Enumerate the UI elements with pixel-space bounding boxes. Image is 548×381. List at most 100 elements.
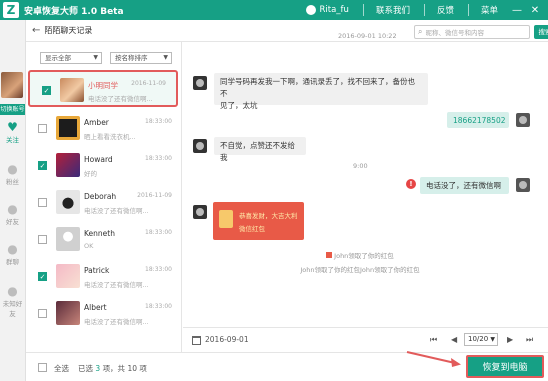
nav-label: 关注 xyxy=(6,136,19,144)
item-checkbox[interactable]: ✓ xyxy=(42,86,51,95)
filter-sort-select[interactable]: 按名称排序 ▼ xyxy=(110,52,172,64)
list-item[interactable]: ✓ Howard 18:33:00 好的 xyxy=(26,147,182,184)
list-item[interactable]: ✓ Patrick 18:33:00 电话没了还有微信啊... xyxy=(26,258,182,295)
nav-label: 粉丝 xyxy=(6,178,19,186)
contact-avatar xyxy=(56,301,80,325)
chat-text: 见了，太坑 xyxy=(220,101,258,110)
filter-show-select[interactable]: 显示全部 ▼ xyxy=(40,52,102,64)
contact-list: 显示全部 ▼ 按名称排序 ▼ ✓ 小明同学 2016-11-09 电话没了还有微信啊… xyxy=(26,42,182,352)
user-name: Rita_fu xyxy=(319,5,349,15)
contact-avatar xyxy=(56,227,80,251)
group-icon: ● xyxy=(7,242,18,256)
nav-groups[interactable]: ● 群聊 xyxy=(0,242,25,266)
list-item[interactable]: Kenneth 18:33:00 OK xyxy=(26,221,182,258)
chat-text: 同学号码再发我一下啊，通讯录丢了，找不回来了，备份也不 xyxy=(220,77,415,98)
first-page-button[interactable]: ⏮ xyxy=(430,335,437,345)
switch-account-tag[interactable]: 切换账号 xyxy=(0,104,25,115)
chat-avatar xyxy=(193,76,207,90)
last-page-button[interactable]: ⏭ xyxy=(526,335,533,345)
chevron-down-icon: ▼ xyxy=(163,54,168,61)
next-page-button[interactable]: ▶ xyxy=(507,335,513,344)
back-arrow-icon[interactable]: ← xyxy=(32,25,40,36)
chat-message-right: 18662178502 xyxy=(447,112,509,128)
contact-time: 2016-11-09 xyxy=(137,192,172,199)
item-checkbox[interactable] xyxy=(38,198,47,207)
chevron-down-icon: ▼ xyxy=(93,54,98,61)
chat-avatar xyxy=(193,205,207,219)
search-button[interactable]: 搜索 xyxy=(534,25,548,39)
chat-avatar xyxy=(516,178,530,192)
minimize-button[interactable]: — xyxy=(512,5,522,16)
list-item[interactable]: Albert 18:33:00 电话没了还有微信啊... xyxy=(26,295,182,332)
prev-page-button[interactable]: ◀ xyxy=(451,335,457,344)
red-packet-message[interactable]: 恭喜发财，大吉大利 微信红包 xyxy=(213,202,304,240)
contact-time: 18:33:00 xyxy=(145,229,172,236)
list-item[interactable]: Amber 18:33:00 晒上看看洗衣机... xyxy=(26,110,182,147)
red-envelope-icon xyxy=(219,210,233,228)
current-date: 2016-09-01 xyxy=(205,335,249,344)
nav-fans[interactable]: ● 粉丝 xyxy=(0,162,25,186)
menu-link[interactable]: 菜单 xyxy=(481,4,498,16)
calendar-icon xyxy=(192,336,201,345)
contact-name: Amber xyxy=(84,118,109,127)
nav-unknown-friends[interactable]: ● 未知好友 xyxy=(0,284,25,318)
contact-name: Patrick xyxy=(84,266,110,275)
chat-message-left: 同学号码再发我一下啊，通讯录丢了，找不回来了，备份也不 见了，太坑 xyxy=(214,73,428,110)
close-button[interactable]: ✕ xyxy=(530,5,540,16)
divider xyxy=(423,4,425,16)
contact-time: 18:33:00 xyxy=(145,118,172,125)
list-item[interactable]: Deborah 2016-11-09 电话没了还有微信啊... xyxy=(26,184,182,221)
search-placeholder: 昵称、微信号和内容 xyxy=(425,29,484,37)
contact-last-message: 电话没了还有微信啊... xyxy=(84,281,149,289)
red-packet-title: 恭喜发财，大吉大利 xyxy=(239,212,298,220)
selected-count: 3 xyxy=(95,364,101,373)
contact-last-message: 好的 xyxy=(84,170,97,178)
selection-count: 已选 3 项，共 10 项 xyxy=(78,363,147,374)
nav-label: 未知好友 xyxy=(2,300,23,318)
person-unknown-icon: ● xyxy=(7,284,18,298)
contact-avatar xyxy=(56,190,80,214)
chat-timestamp: 9:00 xyxy=(353,162,368,170)
contact-last-message: 电话没了还有微信啊... xyxy=(88,95,153,103)
item-checkbox[interactable] xyxy=(38,309,47,318)
select-all-label: 全选 xyxy=(54,364,69,373)
list-filters: 显示全部 ▼ 按名称排序 ▼ xyxy=(26,42,182,64)
account-avatar[interactable] xyxy=(1,72,23,98)
total-count: 项，共 10 项 xyxy=(102,364,147,373)
contact-time: 18:33:00 xyxy=(145,266,172,273)
nav-follow[interactable]: ♥ 关注 xyxy=(0,120,25,144)
nav-friends[interactable]: ● 好友 xyxy=(0,202,25,226)
feedback-link[interactable]: 反馈 xyxy=(437,4,454,16)
top-bar: ← 陌陌聊天记录 ⌕ 昵称、微信号和内容 搜索 xyxy=(26,20,548,42)
search-input[interactable]: ⌕ 昵称、微信号和内容 xyxy=(414,25,530,39)
pager-bar: 2016-09-01 ⏮ ◀ 10/20 ▼ ▶ ⏭ xyxy=(183,327,548,352)
heart-icon: ♥ xyxy=(7,120,18,134)
contact-name: Albert xyxy=(84,303,107,312)
item-checkbox[interactable] xyxy=(38,124,47,133)
item-checkbox[interactable]: ✓ xyxy=(38,272,47,281)
contact-last-message: 电话没了还有微信啊... xyxy=(84,207,149,215)
list-item[interactable]: ✓ 小明同学 2016-11-09 电话没了还有微信啊... xyxy=(28,70,178,107)
app-title: 安卓恢复大师 1.0 Beta xyxy=(24,6,124,17)
item-checkbox[interactable]: ✓ xyxy=(38,161,47,170)
contact-time: 18:33:00 xyxy=(145,155,172,162)
nav-label: 好友 xyxy=(6,218,19,226)
contact-name: Kenneth xyxy=(84,229,115,238)
sidebar: 切换账号 ♥ 关注 ● 粉丝 ● 好友 ● 群聊 ● 未知好友 xyxy=(0,20,26,381)
system-note: John领取了你的红包John领取了你的红包 xyxy=(300,266,420,274)
page-select[interactable]: 10/20 ▼ xyxy=(464,333,498,346)
divider xyxy=(467,4,469,16)
contact-avatar xyxy=(56,264,80,288)
select-all-checkbox[interactable] xyxy=(38,363,47,372)
restore-to-computer-button[interactable]: 恢复到电脑 xyxy=(466,355,544,378)
divider xyxy=(362,4,364,16)
contact-link[interactable]: 联系我们 xyxy=(376,4,410,16)
contact-name: Deborah xyxy=(84,192,117,201)
pointer-arrow-icon xyxy=(406,351,461,367)
search-icon: ⌕ xyxy=(418,27,423,36)
item-checkbox[interactable] xyxy=(38,235,47,244)
warning-icon: ! xyxy=(406,179,416,189)
contact-avatar xyxy=(60,78,84,102)
user-account[interactable]: Rita_fu xyxy=(305,5,349,15)
contact-name: 小明同学 xyxy=(88,81,118,90)
